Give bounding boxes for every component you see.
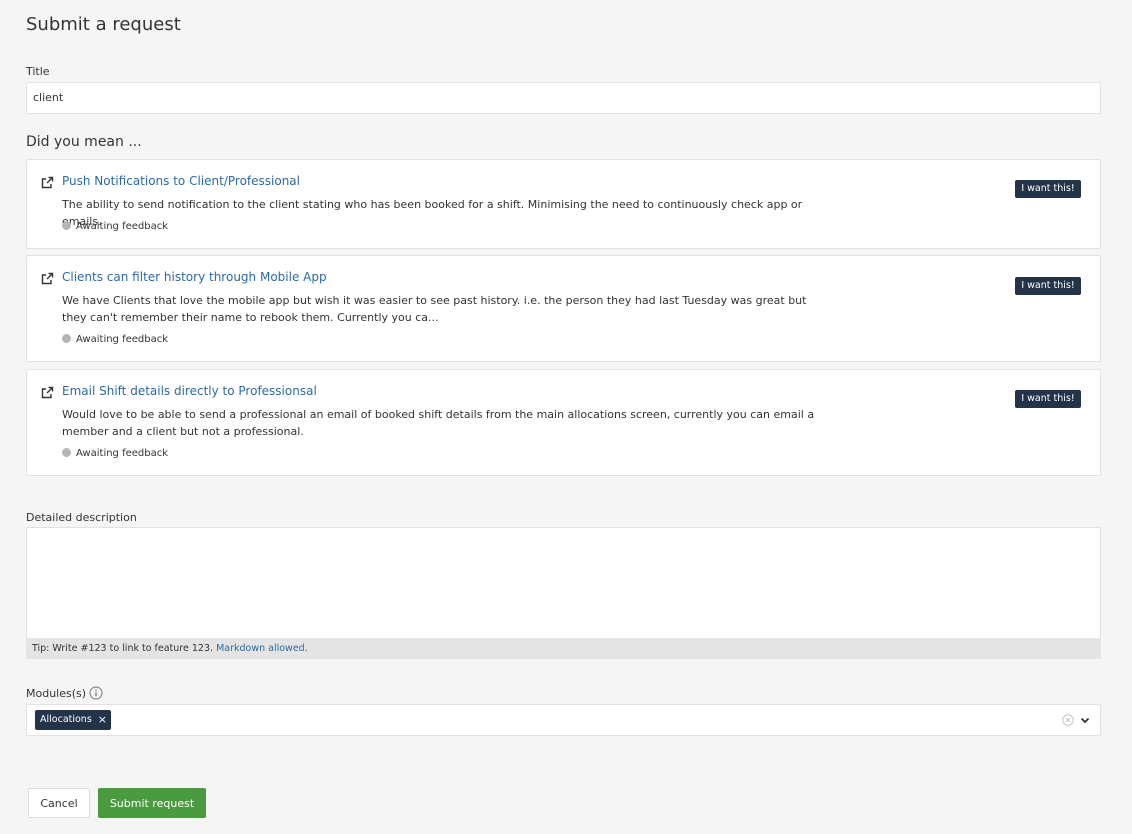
- status-label: Awaiting feedback: [76, 221, 169, 232]
- status-label: Awaiting feedback: [76, 448, 169, 459]
- want-this-button[interactable]: I want this!: [1015, 180, 1081, 198]
- submit-request-button[interactable]: Submit request: [98, 788, 206, 818]
- suggestion-status: Awaiting feedback: [62, 334, 168, 345]
- suggestion-title[interactable]: Email Shift details directly to Professi…: [62, 384, 317, 398]
- suggestion-card: Email Shift details directly to Professi…: [26, 369, 1101, 476]
- description-textarea[interactable]: [26, 527, 1101, 638]
- suggestion-status: Awaiting feedback: [62, 448, 168, 459]
- status-label: Awaiting feedback: [76, 334, 169, 345]
- suggestion-description: Would love to be able to send a professi…: [62, 408, 815, 438]
- want-this-button[interactable]: I want this!: [1015, 277, 1081, 295]
- info-icon[interactable]: [89, 686, 103, 700]
- suggestion-card: Clients can filter history through Mobil…: [26, 255, 1101, 362]
- suggestion-title[interactable]: Push Notifications to Client/Professiona…: [62, 174, 300, 188]
- markdown-tip: Tip: Write #123 to link to feature 123. …: [26, 638, 1101, 659]
- suggestion-description: The ability to send notification to the …: [62, 198, 803, 228]
- suggestions-heading: Did you mean ...: [26, 134, 142, 150]
- description-label: Detailed description: [26, 511, 137, 524]
- external-link-icon[interactable]: [40, 386, 54, 400]
- status-dot-icon: [62, 448, 71, 457]
- tag-remove-icon[interactable]: ×: [98, 710, 107, 730]
- status-dot-icon: [62, 334, 71, 343]
- status-dot-icon: [62, 221, 71, 230]
- title-label: Title: [26, 65, 50, 78]
- module-tag-label: Allocations: [40, 714, 92, 725]
- suggestion-card: Push Notifications to Client/Professiona…: [26, 159, 1101, 249]
- page-title: Submit a request: [26, 14, 181, 35]
- markdown-link[interactable]: Markdown allowed.: [216, 643, 308, 654]
- module-tag: Allocations ×: [35, 710, 112, 730]
- suggestion-status: Awaiting feedback: [62, 221, 168, 232]
- title-input[interactable]: client: [26, 82, 1101, 114]
- clear-icon[interactable]: [1062, 714, 1074, 726]
- chevron-down-icon[interactable]: [1080, 715, 1090, 725]
- cancel-button[interactable]: Cancel: [28, 788, 90, 818]
- suggestion-description: We have Clients that love the mobile app…: [62, 294, 807, 324]
- modules-label: Modules(s): [26, 687, 87, 700]
- want-this-button[interactable]: I want this!: [1015, 390, 1081, 408]
- modules-select[interactable]: Allocations ×: [26, 704, 1101, 736]
- suggestion-title[interactable]: Clients can filter history through Mobil…: [62, 270, 327, 284]
- tip-text: Tip: Write #123 to link to feature 123.: [32, 643, 214, 654]
- external-link-icon[interactable]: [40, 176, 54, 190]
- external-link-icon[interactable]: [40, 272, 54, 286]
